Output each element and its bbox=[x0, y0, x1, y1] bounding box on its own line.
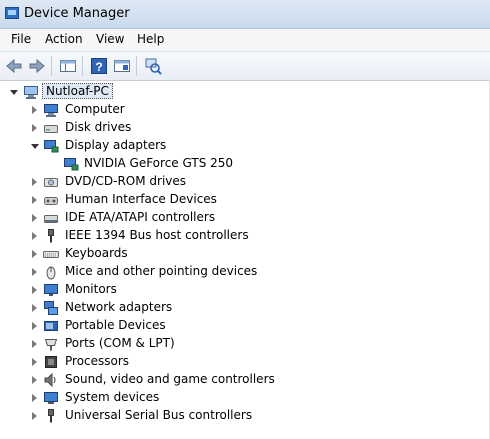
tree-item-label: Universal Serial Bus controllers bbox=[65, 408, 253, 422]
tree-item-label: DVD/CD-ROM drives bbox=[65, 174, 187, 188]
window-title: Device Manager bbox=[24, 6, 130, 21]
tree-item-label: Keyboards bbox=[65, 246, 128, 260]
forward-icon[interactable] bbox=[26, 55, 48, 77]
tree-item-label: Computer bbox=[65, 102, 125, 116]
back-icon[interactable] bbox=[3, 55, 25, 77]
help-icon[interactable]: ? bbox=[88, 55, 110, 77]
mouse-icon bbox=[43, 264, 59, 280]
computer-icon bbox=[23, 84, 39, 100]
device-manager-app-icon bbox=[5, 7, 19, 19]
tree-item-label: Processors bbox=[65, 354, 130, 368]
expand-arrow-icon[interactable] bbox=[32, 232, 37, 240]
collapse-arrow-icon[interactable] bbox=[10, 90, 18, 95]
system-devices-icon bbox=[43, 390, 59, 406]
expand-arrow-icon[interactable] bbox=[32, 340, 37, 348]
ieee1394-icon bbox=[43, 228, 59, 244]
tree-item-portable-devices[interactable]: Portable Devices bbox=[0, 317, 490, 335]
monitor-icon bbox=[43, 282, 59, 298]
portable-device-icon bbox=[43, 318, 59, 334]
tree-item-label: Mice and other pointing devices bbox=[65, 264, 258, 278]
tree-item-label: Portable Devices bbox=[65, 318, 166, 332]
tree-child-nvidia[interactable]: NVIDIA GeForce GTS 250 bbox=[0, 155, 490, 173]
show-hide-console-tree-icon[interactable] bbox=[57, 55, 79, 77]
tree-item-label: IEEE 1394 Bus host controllers bbox=[65, 228, 249, 242]
tree-item-display-adapters[interactable]: Display adapters bbox=[0, 137, 490, 155]
tree-item-usb-controllers[interactable]: Universal Serial Bus controllers bbox=[0, 407, 490, 425]
hid-icon bbox=[43, 192, 59, 208]
tree-item-label: Network adapters bbox=[65, 300, 173, 314]
tree-item-label: Human Interface Devices bbox=[65, 192, 217, 206]
sound-icon bbox=[43, 372, 59, 388]
tree-item-ports[interactable]: Ports (COM & LPT) bbox=[0, 335, 490, 353]
expand-arrow-icon[interactable] bbox=[32, 304, 37, 312]
menu-bar: File Action View Help bbox=[0, 29, 490, 52]
collapse-arrow-icon[interactable] bbox=[31, 144, 39, 149]
toolbar-separator bbox=[82, 56, 83, 76]
tree-item-ieee1394[interactable]: IEEE 1394 Bus host controllers bbox=[0, 227, 490, 245]
menu-file[interactable]: File bbox=[9, 32, 33, 46]
display-adapter-icon bbox=[63, 156, 79, 172]
expand-arrow-icon[interactable] bbox=[32, 124, 37, 132]
usb-icon bbox=[43, 408, 59, 424]
expand-arrow-icon[interactable] bbox=[32, 322, 37, 330]
network-adapter-icon bbox=[43, 300, 59, 316]
tree-item-sound-video-game[interactable]: Sound, video and game controllers bbox=[0, 371, 490, 389]
tree-item-processors[interactable]: Processors bbox=[0, 353, 490, 371]
disk-drive-icon bbox=[43, 120, 59, 136]
tree-item-network-adapters[interactable]: Network adapters bbox=[0, 299, 490, 317]
toolbar-separator bbox=[51, 56, 52, 76]
expand-arrow-icon[interactable] bbox=[32, 178, 37, 186]
menu-action[interactable]: Action bbox=[43, 32, 85, 46]
expand-arrow-icon[interactable] bbox=[32, 412, 37, 420]
tree-root-label[interactable]: Nutloaf-PC bbox=[42, 83, 113, 99]
expand-arrow-icon[interactable] bbox=[32, 196, 37, 204]
svg-text:?: ? bbox=[95, 60, 102, 74]
display-adapter-icon bbox=[43, 138, 59, 154]
tree-item-computer[interactable]: Computer bbox=[0, 101, 490, 119]
processor-icon bbox=[43, 354, 59, 370]
tree-item-keyboards[interactable]: Keyboards bbox=[0, 245, 490, 263]
port-icon bbox=[43, 336, 59, 352]
expand-arrow-icon[interactable] bbox=[32, 268, 37, 276]
tree-item-label: Disk drives bbox=[65, 120, 132, 134]
tree-item-ide-ata-atapi[interactable]: IDE ATA/ATAPI controllers bbox=[0, 209, 490, 227]
tree-item-disk-drives[interactable]: Disk drives bbox=[0, 119, 490, 137]
expand-arrow-icon[interactable] bbox=[32, 358, 37, 366]
tree-item-label: Ports (COM & LPT) bbox=[65, 336, 175, 350]
tree-item-label: Display adapters bbox=[65, 138, 167, 152]
expand-arrow-icon[interactable] bbox=[32, 394, 37, 402]
expand-arrow-icon[interactable] bbox=[32, 286, 37, 294]
properties-icon[interactable] bbox=[111, 55, 133, 77]
scan-hardware-icon[interactable] bbox=[142, 55, 164, 77]
toolbar-separator bbox=[136, 56, 137, 76]
menu-help[interactable]: Help bbox=[135, 32, 166, 46]
tree-root-row[interactable]: Nutloaf-PC bbox=[0, 83, 490, 101]
device-tree[interactable]: Nutloaf-PC Computer Disk drives Display … bbox=[0, 81, 490, 439]
expand-arrow-icon[interactable] bbox=[32, 376, 37, 384]
tree-item-label: NVIDIA GeForce GTS 250 bbox=[84, 156, 234, 170]
tree-item-mice[interactable]: Mice and other pointing devices bbox=[0, 263, 490, 281]
tree-item-system-devices[interactable]: System devices bbox=[0, 389, 490, 407]
tree-item-monitors[interactable]: Monitors bbox=[0, 281, 490, 299]
menu-view[interactable]: View bbox=[94, 32, 126, 46]
title-bar[interactable]: Device Manager bbox=[0, 0, 490, 29]
computer-icon bbox=[43, 102, 59, 118]
keyboard-icon bbox=[43, 246, 59, 262]
tree-item-label: Monitors bbox=[65, 282, 117, 296]
toolbar: ? bbox=[0, 52, 490, 81]
ide-controller-icon bbox=[43, 210, 59, 226]
dvd-drive-icon bbox=[43, 174, 59, 190]
expand-arrow-icon[interactable] bbox=[32, 214, 37, 222]
expand-arrow-icon[interactable] bbox=[32, 250, 37, 258]
tree-item-label: IDE ATA/ATAPI controllers bbox=[65, 210, 216, 224]
tree-item-dvd-cd-rom[interactable]: DVD/CD-ROM drives bbox=[0, 173, 490, 191]
tree-item-label: System devices bbox=[65, 390, 160, 404]
expand-arrow-icon[interactable] bbox=[32, 106, 37, 114]
tree-item-label: Sound, video and game controllers bbox=[65, 372, 275, 386]
tree-item-human-interface-devices[interactable]: Human Interface Devices bbox=[0, 191, 490, 209]
